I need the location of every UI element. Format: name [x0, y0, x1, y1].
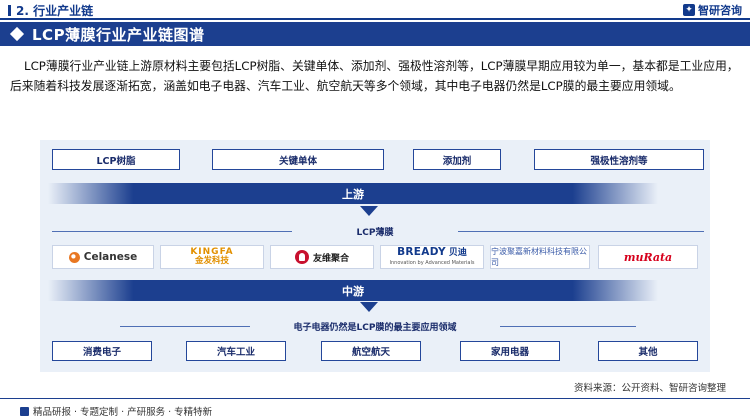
youwei-name: 友维聚合	[312, 253, 349, 264]
title-banner: LCP薄膜行业产业链图谱	[0, 22, 750, 46]
company-murata: muRata	[598, 245, 698, 269]
arrow-down-icon	[360, 206, 378, 216]
arrow-down-icon	[360, 302, 378, 312]
youwei-logo-icon	[294, 250, 309, 264]
company-ningbo: 宁波聚嘉新材料科技有限公司	[490, 245, 590, 269]
application-automotive: 汽车工业	[186, 341, 286, 361]
page-title: LCP薄膜行业产业链图谱	[32, 25, 205, 44]
murata-name: muRata	[623, 250, 673, 264]
footer-services: 精品研报 · 专题定制 · 产研服务 · 专精特新	[20, 404, 212, 418]
kingfa-name-cn: 金发科技	[194, 256, 229, 266]
footer-rule	[0, 398, 750, 399]
material-additive: 添加剂	[413, 149, 501, 170]
data-source: 资料来源：公开资料、智研咨询整理	[573, 383, 726, 394]
stage-midstream: 中游	[48, 280, 658, 301]
company-bready: BREADY 贝迪 Innovation by Advanced Materia…	[380, 245, 484, 269]
application-aerospace: 航空航天	[321, 341, 421, 361]
brand-name: 智研咨询	[698, 4, 742, 17]
bready-tagline: Innovation by Advanced Materials	[389, 259, 475, 266]
company-youwei: 友维聚合	[270, 245, 374, 269]
footer: 资料来源：公开资料、智研咨询整理 精品研报 · 专题定制 · 产研服务 · 专精…	[0, 383, 750, 420]
celanese-logo-icon	[68, 251, 80, 263]
header-rule	[0, 18, 750, 20]
section-number: 2. 行业产业链	[8, 2, 93, 19]
top-header: 2. 行业产业链 ✦ 智研咨询	[0, 0, 750, 21]
product-label: LCP薄膜	[356, 228, 394, 238]
company-kingfa: KINGFA 金发科技	[160, 245, 264, 269]
material-lcp-resin: LCP树脂	[52, 149, 180, 170]
company-celanese: Celanese	[52, 245, 154, 269]
footer-logo-icon	[20, 406, 29, 416]
divider-line	[500, 326, 636, 327]
divider-line	[52, 231, 292, 232]
material-key-monomer: 关键单体	[212, 149, 384, 170]
services-text: 精品研报 · 专题定制 · 产研服务 · 专精特新	[33, 407, 213, 418]
application-other: 其他	[598, 341, 698, 361]
application-consumer-electronics: 消费电子	[52, 341, 152, 361]
diamond-icon	[9, 26, 25, 42]
downstream-caption: 电子电器仍然是LCP膜的最主要应用领域	[293, 323, 457, 333]
bready-name-en: BREADY	[397, 245, 446, 258]
divider-line	[120, 326, 250, 327]
ningbo-name: 宁波聚嘉新材料科技有限公司	[491, 247, 587, 267]
brand-logo: ✦ 智研咨询	[683, 2, 742, 18]
stage-upstream: 上游	[48, 183, 658, 204]
application-home-appliances: 家用电器	[460, 341, 560, 361]
material-polar-solvent: 强极性溶剂等	[534, 149, 704, 170]
celanese-name: Celanese	[83, 251, 138, 263]
divider-line	[458, 231, 704, 232]
bready-name-cn: 贝迪	[448, 247, 467, 258]
description-paragraph: LCP薄膜行业产业链上游原材料主要包括LCP树脂、关键单体、添加剂、强极性溶剂等…	[10, 59, 739, 93]
brand-icon: ✦	[683, 4, 695, 16]
